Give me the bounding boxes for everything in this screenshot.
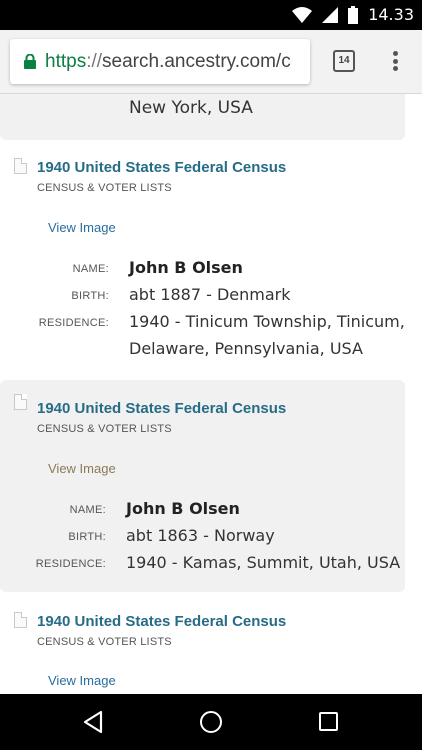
view-image-link[interactable]: View Image bbox=[48, 461, 116, 476]
recents-icon[interactable] bbox=[319, 712, 338, 731]
residence-label: RESIDENCE: bbox=[38, 317, 109, 329]
url-host: search.ancestry.com/c bbox=[102, 50, 291, 72]
status-bar: 14.33 bbox=[0, 0, 422, 30]
birth-value: abt 1887 - Denmark bbox=[129, 285, 291, 304]
document-icon bbox=[14, 394, 27, 410]
clock: 14.33 bbox=[368, 5, 414, 24]
view-image-link[interactable]: View Image bbox=[48, 673, 116, 688]
battery-icon bbox=[348, 5, 359, 24]
record-card: 1940 United States Federal Census CENSUS… bbox=[0, 602, 405, 694]
lock-icon bbox=[24, 54, 36, 69]
document-icon bbox=[14, 612, 27, 628]
record-card: 1940 United States Federal Census CENSUS… bbox=[0, 150, 405, 374]
search-results: New York, USA 1940 United States Federal… bbox=[0, 94, 422, 694]
name-value: John B Olsen bbox=[126, 499, 240, 518]
record-category: CENSUS & VOTER LISTS bbox=[37, 423, 172, 435]
document-icon bbox=[14, 158, 27, 174]
birth-label: BIRTH: bbox=[68, 531, 106, 543]
birth-label: BIRTH: bbox=[71, 290, 109, 302]
record-category: CENSUS & VOTER LISTS bbox=[37, 182, 172, 194]
record-title-link[interactable]: 1940 United States Federal Census bbox=[37, 400, 286, 417]
record-title-link[interactable]: 1940 United States Federal Census bbox=[37, 613, 286, 630]
url-scheme: https bbox=[45, 50, 87, 72]
url-separator: :// bbox=[86, 50, 103, 72]
view-image-link[interactable]: View Image bbox=[48, 220, 116, 235]
name-label: NAME: bbox=[69, 504, 106, 516]
signal-icon bbox=[322, 6, 339, 23]
name-value: John B Olsen bbox=[129, 258, 243, 277]
back-icon[interactable] bbox=[83, 710, 103, 734]
record-title-link[interactable]: 1940 United States Federal Census bbox=[37, 159, 286, 176]
residence-label: RESIDENCE: bbox=[35, 558, 106, 570]
name-label: NAME: bbox=[72, 263, 109, 275]
home-icon[interactable] bbox=[200, 711, 222, 733]
browser-toolbar: https://search.ancestry.com/c 14 bbox=[0, 30, 422, 94]
overflow-menu-icon[interactable] bbox=[388, 48, 402, 74]
residence-value-continued: Delaware, Pennsylvania, USA bbox=[129, 339, 363, 358]
birth-value: abt 1863 - Norway bbox=[126, 526, 275, 545]
residence-value: 1940 - Kamas, Summit, Utah, USA bbox=[126, 553, 401, 572]
system-navigation-bar bbox=[0, 694, 422, 750]
residence-value: 1940 - Tinicum Township, Tinicum, bbox=[129, 312, 405, 331]
tab-switcher-icon[interactable]: 14 bbox=[333, 50, 355, 72]
wifi-icon bbox=[292, 6, 313, 23]
record-category: CENSUS & VOTER LISTS bbox=[37, 636, 172, 648]
record-card: 1940 United States Federal Census CENSUS… bbox=[0, 380, 405, 592]
residence-continuation: New York, USA bbox=[129, 98, 253, 118]
address-bar[interactable]: https://search.ancestry.com/c bbox=[10, 39, 310, 84]
previous-record-card: New York, USA bbox=[0, 94, 405, 140]
